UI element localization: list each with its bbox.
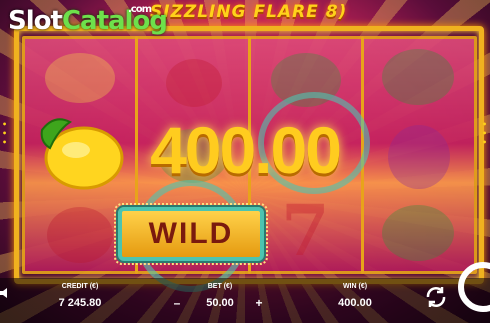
win-label: WIN (€) bbox=[342, 283, 368, 290]
refresh-icon[interactable] bbox=[424, 285, 448, 309]
seven-symbol: 7 bbox=[281, 189, 330, 272]
game-title: SIZZLING FLARE 8) bbox=[150, 2, 348, 22]
credit-value: 7 245.80 bbox=[58, 297, 102, 309]
watermark-catalog: Catalog bbox=[61, 6, 168, 36]
slotcatalog-watermark: SlotCatalog .com bbox=[8, 4, 168, 36]
bet-value: 50.00 bbox=[206, 297, 234, 309]
bet-increase-button[interactable]: + bbox=[252, 296, 266, 310]
game-stage: 7 • • • • • • WILD 400.00 SIZZLING FLARE 8) … bbox=[0, 0, 490, 323]
bet-label: BET (€) bbox=[207, 283, 233, 290]
cherry-symbol bbox=[47, 207, 113, 263]
speaker-icon[interactable] bbox=[0, 288, 10, 298]
wild-label: WILD bbox=[148, 217, 234, 250]
win-value: 400.00 bbox=[338, 297, 372, 309]
win-amount-display: 400.00 bbox=[150, 113, 342, 187]
lemon-symbol bbox=[45, 53, 115, 103]
melon-symbol bbox=[382, 49, 454, 105]
cherry-symbol bbox=[166, 59, 222, 107]
watermark-com: .com bbox=[128, 4, 152, 15]
wild-symbol: WILD bbox=[118, 207, 264, 261]
bet-decrease-button[interactable]: – bbox=[170, 296, 184, 310]
credit-label: CREDIT (€) bbox=[61, 283, 99, 290]
melon-symbol bbox=[382, 205, 454, 261]
watermark-slot: Slot bbox=[8, 6, 63, 36]
